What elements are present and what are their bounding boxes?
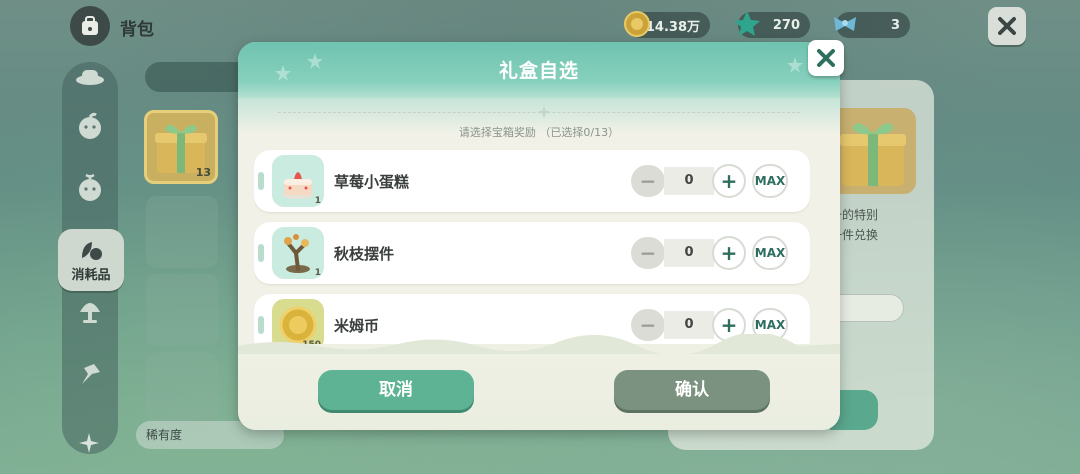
sidebar-item-top[interactable]: [74, 66, 106, 98]
gift-box-select-dialog: 礼盒自选 请选择宝箱奖励 （已选择0/13） 1 草莓小蛋糕 − 0 + MAX…: [238, 42, 840, 430]
star-gem-icon: [732, 9, 762, 39]
reward-list[interactable]: 1 草莓小蛋糕 − 0 + MAX 1 秋枝摆件 − 0 + MAX 米姆币 −…: [254, 148, 810, 344]
sidebar-item-label: 消耗品: [71, 267, 111, 283]
owned-count: 1: [314, 196, 321, 206]
autumn-branch-ornament-icon: 1: [272, 227, 324, 279]
selection-hint: 请选择宝箱奖励 （已选择0/13）: [458, 126, 620, 139]
max-button[interactable]: MAX: [752, 164, 788, 198]
confirm-button[interactable]: 确认: [614, 370, 770, 410]
hat-icon: [76, 70, 104, 85]
decrease-button[interactable]: −: [631, 237, 665, 269]
item-name: 草莓小蛋糕: [334, 173, 410, 191]
quantity-field[interactable]: 0: [664, 239, 714, 267]
detail-gift-box-icon: [830, 108, 916, 194]
strawberry-cake-icon: 1: [272, 155, 324, 207]
ribbon-ticket-icon: [830, 9, 860, 39]
gem-counter: 270: [734, 11, 810, 38]
close-bag-button[interactable]: [988, 7, 1026, 45]
coin-value: 14.38万: [645, 19, 700, 35]
inventory-slot-gift-box[interactable]: 13: [144, 110, 218, 184]
divider-sparkle-icon: [537, 105, 551, 119]
ticket-counter: 3: [834, 12, 910, 38]
coin-icon: [622, 9, 652, 39]
creature-icon: [79, 112, 101, 139]
rarity-sort-label: 稀有度: [146, 428, 183, 442]
backpack-icon: [70, 6, 110, 46]
pin-icon: [82, 364, 100, 384]
coin-counter: 14.38万: [624, 11, 710, 38]
page-title: 背包: [120, 20, 154, 40]
ticket-value: 3: [890, 17, 900, 33]
close-icon: [998, 17, 1016, 35]
inventory-slot[interactable]: [146, 274, 218, 346]
quantity-field[interactable]: 0: [664, 167, 714, 195]
sparkle-icon: [78, 432, 100, 454]
item-name: 秋枝摆件: [334, 245, 395, 263]
sidebar-item-pet[interactable]: [74, 110, 106, 142]
creature-sprout-icon: [79, 173, 101, 201]
owned-count: 1: [314, 268, 321, 278]
sidebar-item-companion[interactable]: [74, 172, 106, 204]
sidebar-item-furniture[interactable]: [74, 294, 106, 326]
cancel-button[interactable]: 取消: [318, 370, 474, 410]
item-name: 米姆币: [334, 317, 380, 335]
inventory-slot[interactable]: [146, 352, 218, 424]
lamp-icon: [80, 303, 100, 323]
increase-button[interactable]: +: [712, 236, 746, 270]
sidebar-item-misc[interactable]: [74, 358, 106, 390]
close-dialog-button[interactable]: [808, 40, 844, 76]
list-item: 1 秋枝摆件 − 0 + MAX: [254, 222, 810, 284]
gem-value: 270: [772, 17, 800, 33]
max-button[interactable]: MAX: [752, 236, 788, 270]
inventory-slot[interactable]: [146, 196, 218, 268]
grass-decor: [238, 334, 840, 354]
sidebar-item-consumables[interactable]: 消耗品: [58, 229, 124, 291]
inventory-slot-count: 13: [195, 166, 211, 179]
leaf-potion-icon: [82, 241, 102, 260]
increase-button[interactable]: +: [712, 164, 746, 198]
decrease-button[interactable]: −: [631, 165, 665, 197]
close-icon: [817, 49, 835, 67]
list-item: 1 草莓小蛋糕 − 0 + MAX: [254, 150, 810, 212]
dialog-title: 礼盒自选: [498, 60, 579, 82]
